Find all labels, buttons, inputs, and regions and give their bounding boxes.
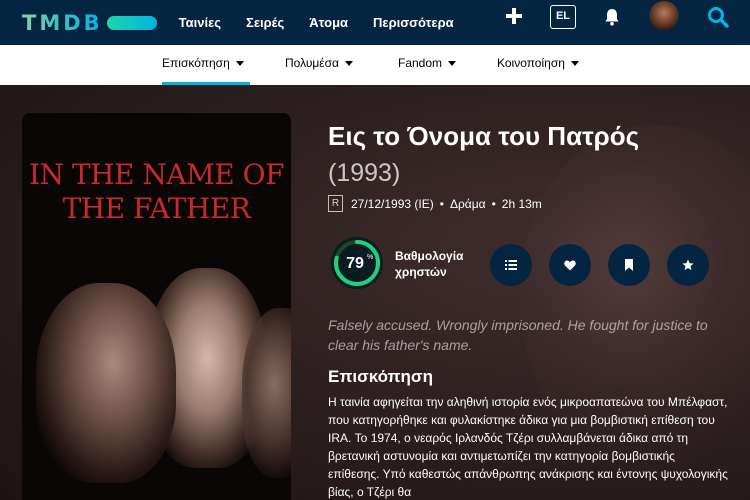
nav-people[interactable]: Άτομα [309, 15, 348, 30]
user-score-chart[interactable]: 79 % [331, 237, 383, 289]
user-score-label: Βαθμολογία χρηστών [395, 248, 463, 280]
tagline: Falsely accused. Wrongly imprisoned. He … [328, 317, 708, 353]
overview-heading: Επισκόπηση [328, 367, 433, 386]
nav-movies[interactable]: Ταινίες [179, 15, 221, 30]
poster-lead-face [36, 283, 176, 483]
tab-overview-label: Επισκόπηση [162, 56, 230, 70]
tab-fandom-label: Fandom [398, 56, 443, 70]
watchlist-button[interactable] [608, 244, 650, 286]
score-label-line1: Βαθμολογία [395, 249, 464, 263]
language-selector[interactable]: EL [550, 5, 576, 29]
bookmark-icon [625, 259, 633, 271]
genre-link[interactable]: Δράμα [450, 197, 486, 211]
list-icon [505, 260, 517, 270]
star-icon [682, 259, 694, 271]
search-icon[interactable] [707, 6, 729, 28]
nav-tv-shows[interactable]: Σειρές [246, 15, 284, 30]
user-avatar[interactable] [649, 1, 679, 31]
release-date: 27/12/1993 (IE) [351, 196, 434, 211]
chevron-down-icon [570, 61, 579, 67]
tab-fandom[interactable]: Fandom [398, 56, 457, 70]
top-navbar: TMDB Ταινίες Σειρές Άτομα Περισσότερα EL [0, 0, 750, 45]
rate-button[interactable] [667, 244, 709, 286]
secondary-nav: Επισκόπηση Πολυμέσα Fandom Κοινοποίηση [0, 45, 750, 85]
chevron-down-icon [448, 61, 457, 67]
tab-share[interactable]: Κοινοποίηση [497, 56, 579, 70]
plus-icon[interactable] [506, 8, 522, 24]
poster-title-text: IN THE NAME OF THE FATHER [22, 158, 291, 226]
poster-title-label: IN THE NAME OF THE FATHER [28, 158, 285, 225]
movie-header: IN THE NAME OF THE FATHER Εις το Όνομα τ… [0, 85, 750, 500]
overview-text: Η ταινία αφηγείται την αληθινή ιστορία ε… [328, 395, 728, 499]
movie-facts: R 27/12/1993 (IE) • Δράμα • 2h 13m [328, 195, 542, 212]
movie-poster[interactable]: IN THE NAME OF THE FATHER [22, 113, 291, 500]
chevron-down-icon [345, 61, 353, 67]
tab-share-label: Κοινοποίηση [497, 56, 565, 70]
user-score-value: 79 [346, 255, 364, 272]
heart-icon [564, 260, 576, 270]
add-to-list-button[interactable] [490, 244, 532, 286]
score-label-line2: χρηστών [395, 265, 447, 279]
chevron-down-icon [235, 61, 244, 67]
favorite-button[interactable] [549, 244, 591, 286]
tmdb-logo[interactable]: TMDB [22, 11, 157, 35]
tab-media-label: Πολυμέσα [285, 56, 339, 70]
separator-dot: • [439, 196, 444, 211]
release-year: (1993) [328, 159, 401, 187]
runtime: 2h 13m [501, 196, 542, 211]
user-score-unit: % [367, 254, 373, 261]
logo-text: TMDB [22, 10, 103, 35]
separator-dot: • [491, 196, 496, 211]
movie-title[interactable]: Εις το Όνομα του Πατρός [328, 121, 639, 152]
certification-badge: R [328, 195, 343, 212]
tab-overview[interactable]: Επισκόπηση [162, 56, 244, 70]
logo-pill-shape [106, 15, 157, 30]
tab-media[interactable]: Πολυμέσα [285, 56, 353, 70]
main-nav: Ταινίες Σειρές Άτομα Περισσότερα [179, 15, 479, 30]
bell-icon[interactable] [604, 8, 620, 26]
nav-more[interactable]: Περισσότερα [373, 15, 454, 30]
